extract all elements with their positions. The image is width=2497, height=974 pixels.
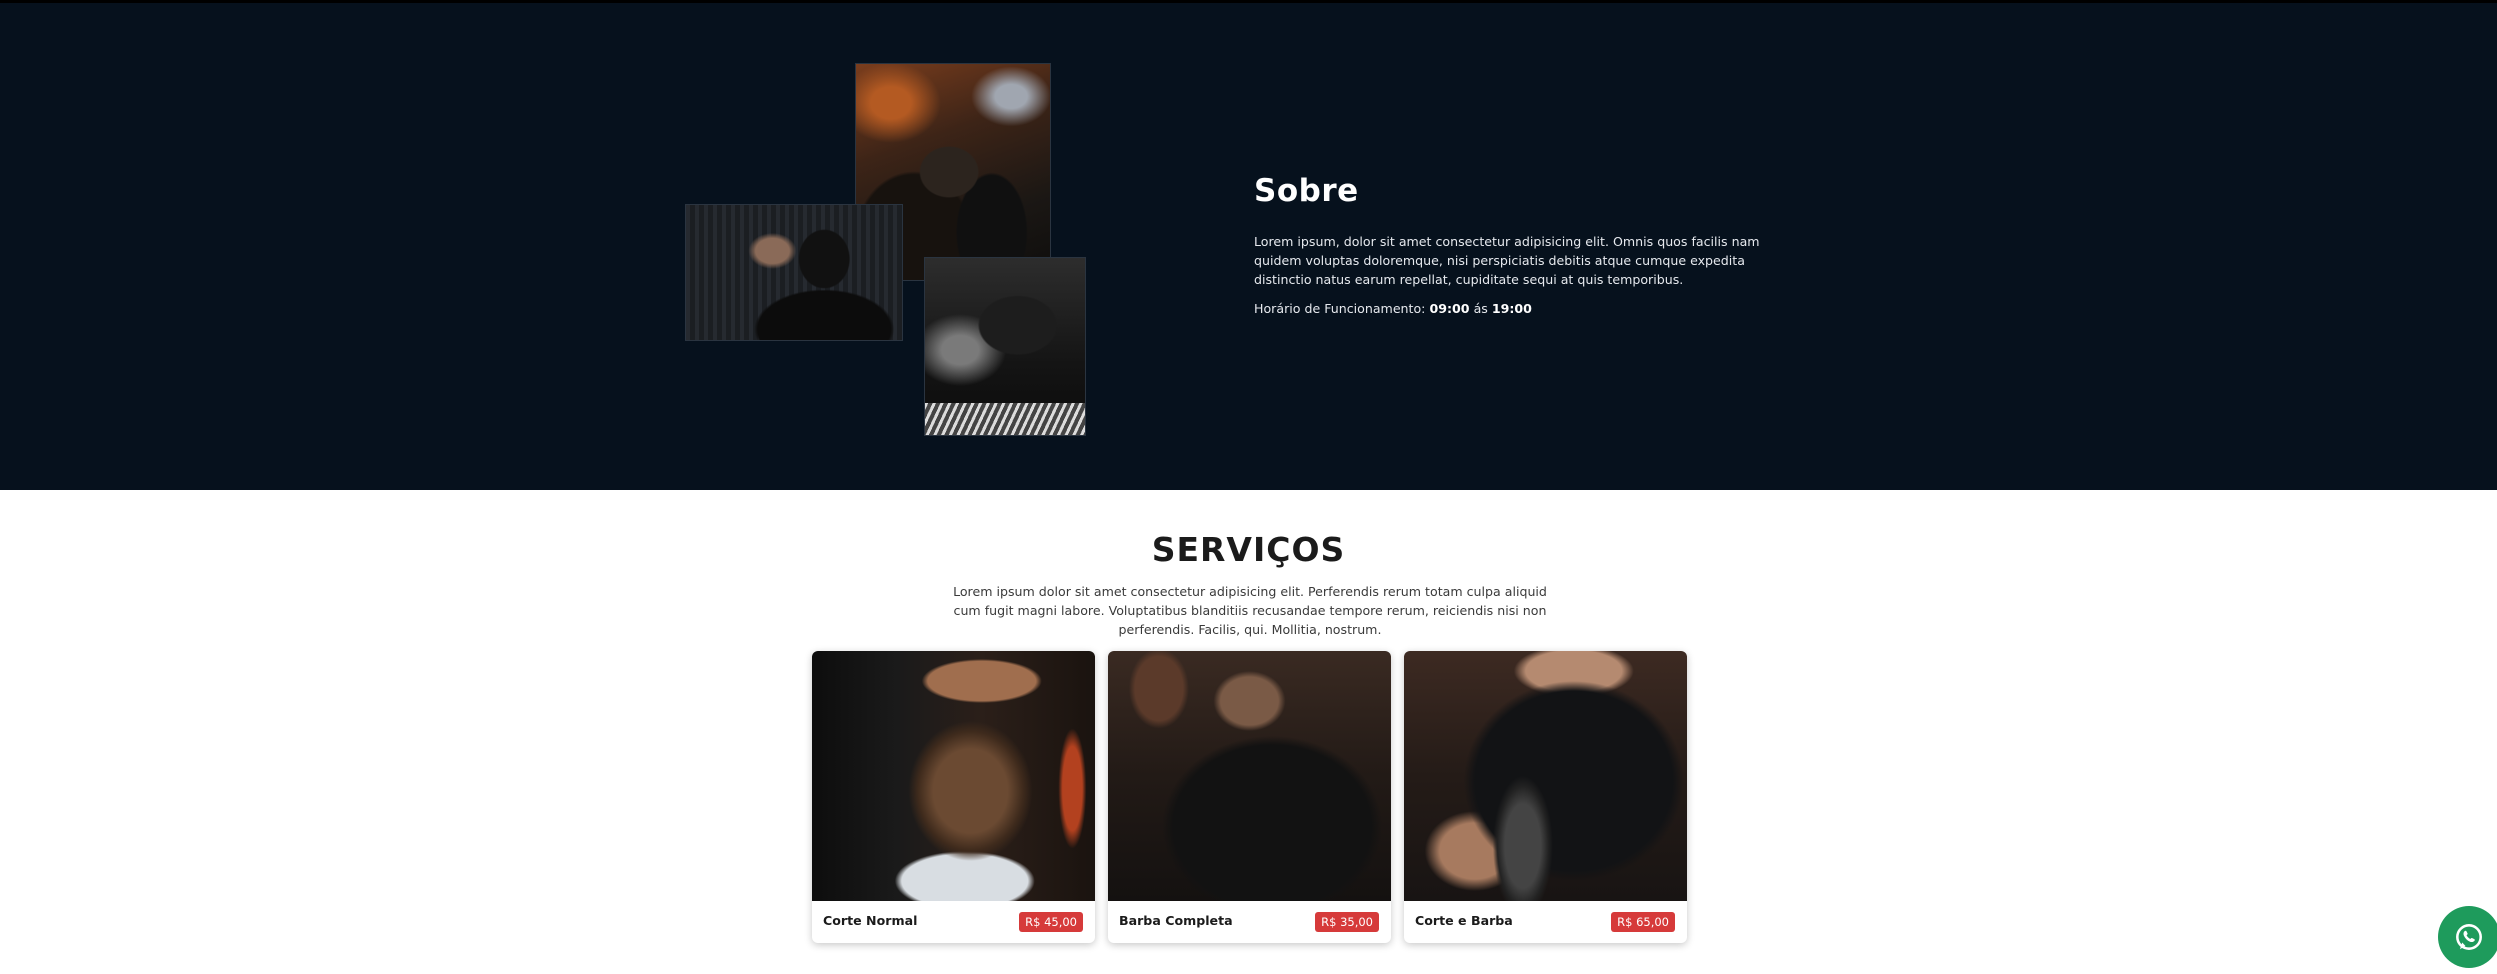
opening-hours-label: Horário de Funcionamento:: [1254, 301, 1426, 316]
service-image-haircut-beard: [1404, 651, 1687, 901]
about-description: Lorem ipsum, dolor sit amet consectetur …: [1254, 234, 1760, 287]
about-photo-haircut: [685, 204, 903, 341]
service-name: Corte Normal: [823, 913, 918, 928]
services-title: SERVIÇOS: [1151, 530, 1346, 569]
services-description: Lorem ipsum dolor sit amet consectetur a…: [953, 584, 1547, 637]
service-image-haircut: [812, 651, 1095, 901]
service-name: Corte e Barba: [1415, 913, 1513, 928]
closing-time: 19:00: [1491, 301, 1532, 316]
whatsapp-icon: [2456, 924, 2482, 950]
about-photo-shave: [924, 257, 1086, 436]
opening-hours: Horário de Funcionamento: 09:00 ás 19:00: [1254, 301, 1532, 316]
about-title: Sobre: [1254, 173, 1359, 209]
service-card[interactable]: Barba Completa R$ 35,00: [1108, 651, 1391, 943]
service-price-badge: R$ 35,00: [1315, 912, 1379, 932]
service-card[interactable]: Corte e Barba R$ 65,00: [1404, 651, 1687, 943]
service-card[interactable]: Corte Normal R$ 45,00: [812, 651, 1095, 943]
service-image-beard: [1108, 651, 1391, 901]
service-price-badge: R$ 65,00: [1611, 912, 1675, 932]
service-name: Barba Completa: [1119, 913, 1233, 928]
hours-separator: ás: [1473, 301, 1488, 316]
service-price-badge: R$ 45,00: [1019, 912, 1083, 932]
about-section: Sobre Lorem ipsum, dolor sit amet consec…: [0, 3, 2497, 490]
whatsapp-button[interactable]: [2438, 906, 2497, 968]
opening-time: 09:00: [1429, 301, 1470, 316]
